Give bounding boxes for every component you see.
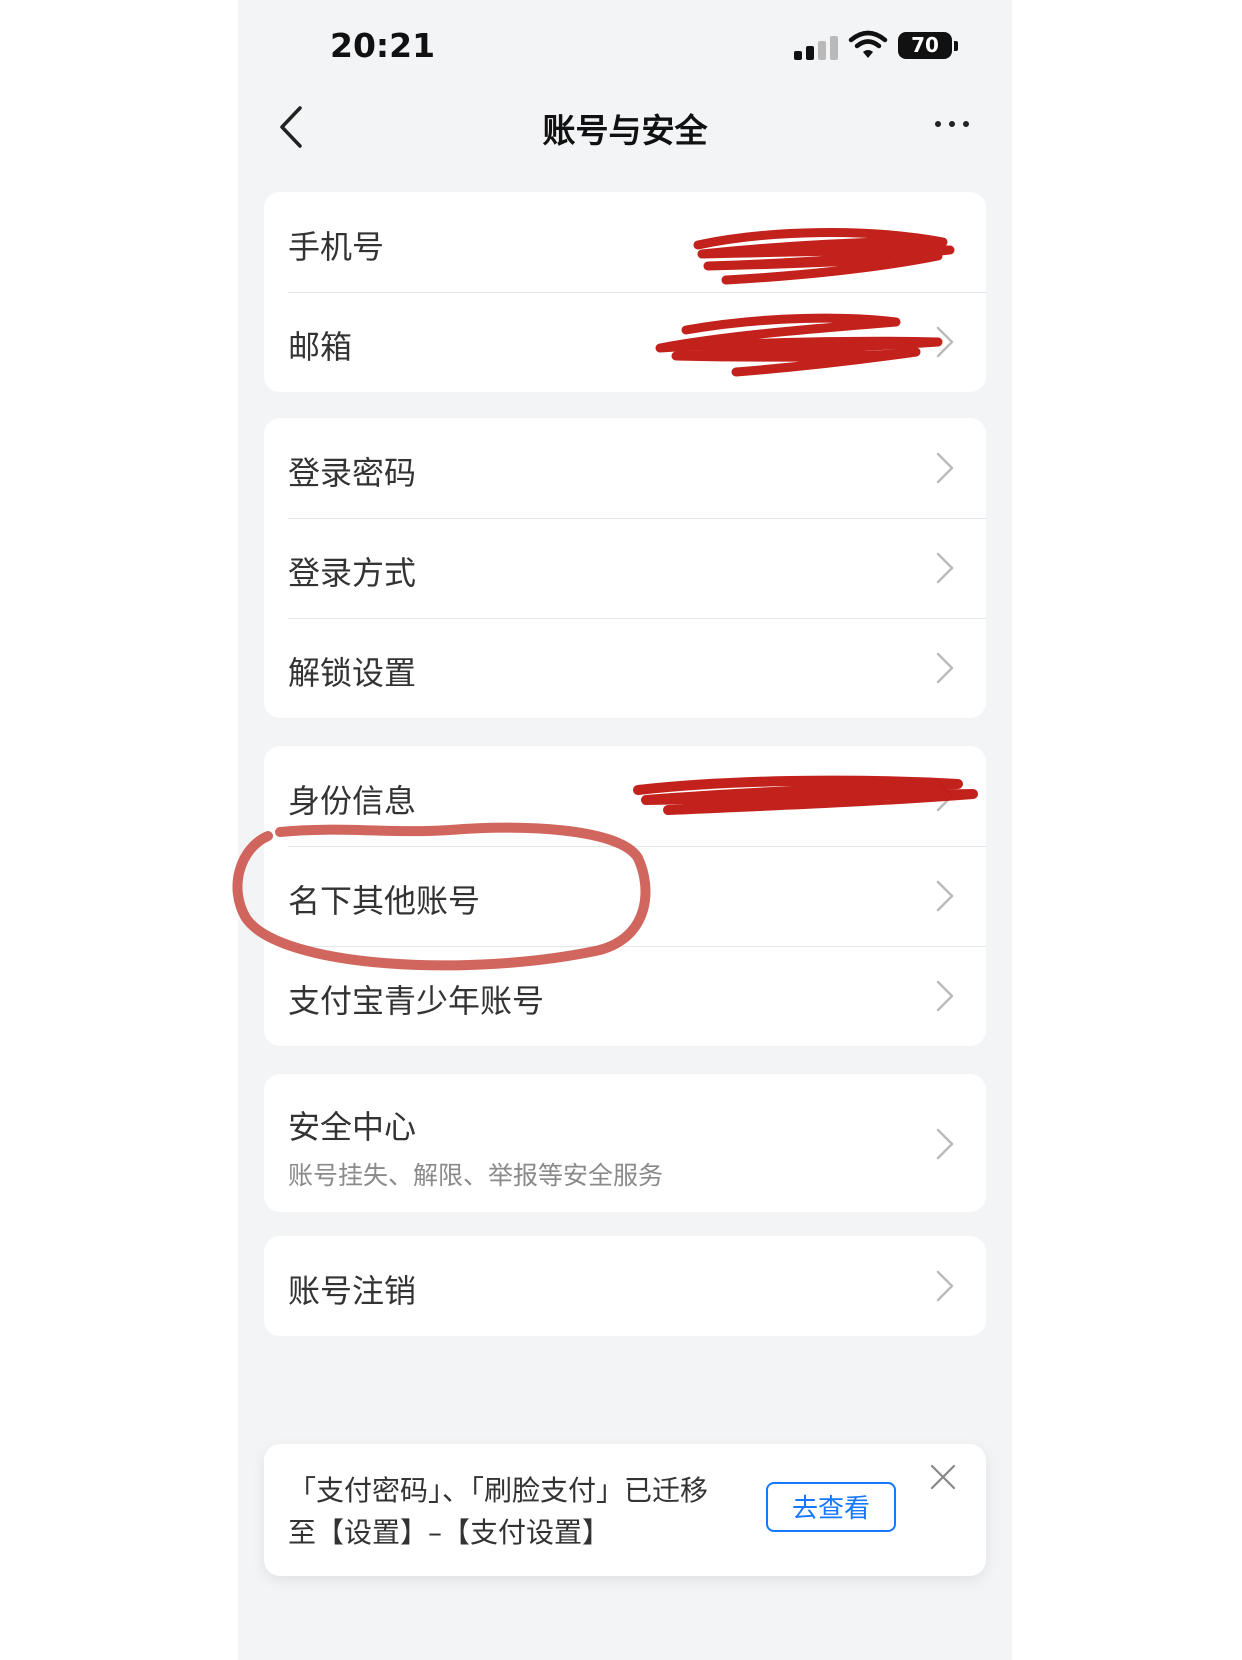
more-options-icon[interactable]	[934, 118, 970, 130]
chevron-right-icon	[936, 1128, 954, 1160]
phone-screen: 20:21 70 账号与安全 手机号 邮箱 登录密码 登录方式 解锁设置 身份信…	[232, 0, 1012, 1660]
security-center-subtitle: 账号挂失、解限、举报等安全服务	[288, 1161, 664, 1190]
battery-icon: 70	[898, 32, 952, 59]
other-accounts-label: 名下其他账号	[288, 882, 481, 920]
chevron-right-icon	[936, 980, 954, 1012]
email-row[interactable]: 邮箱	[264, 292, 986, 392]
account-cancel-label: 账号注销	[288, 1272, 417, 1310]
login-method-label: 登录方式	[288, 554, 417, 592]
banner-message: 「支付密码」、「刷脸支付」已迁移至【设置】–【支付设置】	[288, 1474, 709, 1549]
chevron-right-icon	[936, 652, 954, 684]
account-cancel-row[interactable]: 账号注销	[264, 1236, 986, 1336]
identity-info-label: 身份信息	[288, 782, 417, 820]
login-password-label: 登录密码	[288, 454, 417, 492]
close-icon[interactable]	[928, 1462, 958, 1492]
battery-tip	[954, 41, 958, 51]
unlock-settings-label: 解锁设置	[288, 654, 417, 692]
login-password-row[interactable]: 登录密码	[264, 418, 986, 518]
chevron-right-icon	[936, 1270, 954, 1302]
status-bar: 20:21 70	[238, 0, 1012, 90]
security-center-row[interactable]: 安全中心 账号挂失、解限、举报等安全服务	[264, 1074, 986, 1212]
cellular-signal-icon	[794, 36, 838, 60]
view-button[interactable]: 去查看	[766, 1482, 896, 1532]
chevron-right-icon	[936, 452, 954, 484]
chevron-right-icon	[936, 552, 954, 584]
page-title: 账号与安全	[542, 111, 708, 150]
security-center-card: 安全中心 账号挂失、解限、举报等安全服务	[264, 1074, 986, 1212]
other-accounts-row[interactable]: 名下其他账号	[264, 846, 986, 946]
account-cancel-card: 账号注销	[264, 1236, 986, 1336]
status-time: 20:21	[330, 26, 436, 65]
phone-number-label: 手机号	[288, 228, 385, 266]
identity-card: 身份信息 名下其他账号 支付宝青少年账号	[264, 746, 986, 1046]
unlock-settings-row[interactable]: 解锁设置	[264, 618, 986, 718]
migration-notice-banner: 「支付密码」、「刷脸支付」已迁移至【设置】–【支付设置】 去查看	[264, 1444, 986, 1576]
security-center-label: 安全中心	[288, 1108, 417, 1146]
teen-account-row[interactable]: 支付宝青少年账号	[264, 946, 986, 1046]
phone-number-row[interactable]: 手机号	[264, 192, 986, 292]
identity-info-row[interactable]: 身份信息	[264, 746, 986, 846]
contact-card: 手机号 邮箱	[264, 192, 986, 392]
login-method-row[interactable]: 登录方式	[264, 518, 986, 618]
wifi-icon	[848, 30, 888, 58]
email-label: 邮箱	[288, 328, 353, 366]
login-card: 登录密码 登录方式 解锁设置	[264, 418, 986, 718]
chevron-right-icon	[936, 880, 954, 912]
teen-account-label: 支付宝青少年账号	[288, 982, 545, 1020]
chevron-right-icon	[936, 326, 954, 358]
navigation-bar: 账号与安全	[238, 90, 1012, 180]
chevron-right-icon	[936, 780, 954, 812]
